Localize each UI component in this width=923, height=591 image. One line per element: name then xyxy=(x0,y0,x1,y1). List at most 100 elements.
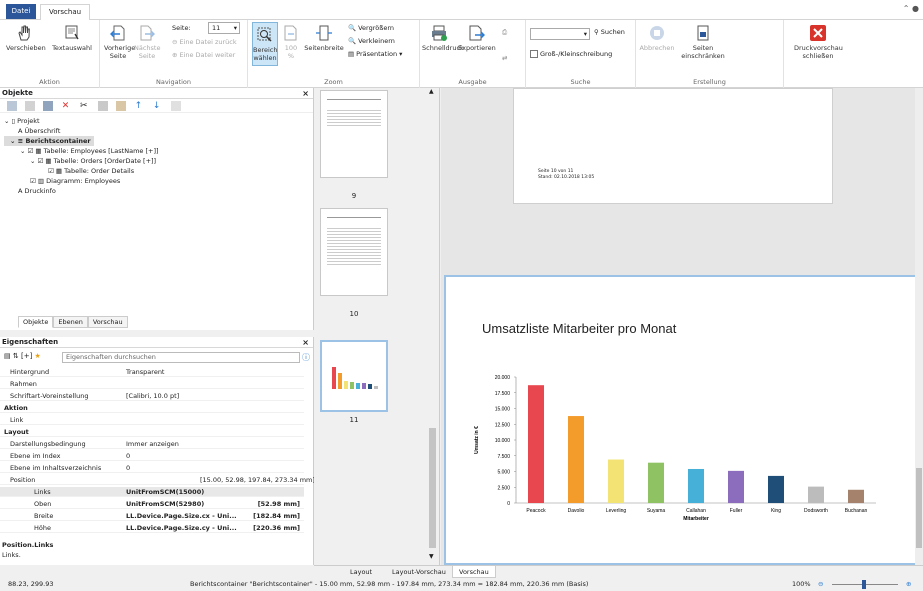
close-icon[interactable]: × xyxy=(302,337,309,348)
thumbnail-page-10[interactable] xyxy=(320,208,388,296)
zoom-slider-thumb[interactable] xyxy=(862,580,866,589)
expand-icon[interactable]: [+] xyxy=(21,352,32,360)
sort-az-icon[interactable]: ⇅ xyxy=(13,352,19,360)
property-row[interactable]: Oben UnitFromSCM(52980) [52.98 mm] xyxy=(0,499,304,509)
naechste-seite-button[interactable]: Nächste Seite xyxy=(134,24,160,60)
search-combo[interactable]: ▾ xyxy=(530,28,590,40)
tab-layout-vorschau[interactable]: Layout-Vorschau xyxy=(386,566,452,578)
praesentation-button[interactable]: ▤ Präsentation ▾ xyxy=(348,50,402,58)
spin-icon[interactable]: ▾ xyxy=(234,24,239,32)
categorized-icon[interactable]: ▤ xyxy=(4,352,11,360)
scroll-up-icon[interactable]: ▲ xyxy=(429,88,434,95)
arrow-down-icon[interactable]: ↓ xyxy=(153,101,163,111)
tab-ebenen[interactable]: Ebenen xyxy=(53,316,88,328)
property-row[interactable]: Breite LL.Device.Page.Size.cx - Uni... [18… xyxy=(0,511,304,521)
vorherige-seite-button[interactable]: Vorherige Seite xyxy=(104,24,135,60)
property-row[interactable]: Schriftart-Voreinstellung [Calibri, 10.0 … xyxy=(0,391,304,401)
bar-davolio xyxy=(568,416,584,503)
tree-item-projekt[interactable]: ⌄ ▯ Projekt xyxy=(4,116,159,126)
thumbnail-number: 10 xyxy=(349,310,359,318)
magnifier-icon xyxy=(257,27,272,42)
datei-zurueck-button[interactable]: ⊖ Eine Datei zurück xyxy=(172,38,237,46)
arrow-up-icon[interactable]: ↑ xyxy=(135,101,145,111)
bar-dodsworth xyxy=(808,486,824,503)
tree-item-berichtscontainer[interactable]: ⌄ ≡ Berichtscontainer xyxy=(4,136,94,146)
hand-icon xyxy=(18,25,30,41)
abbrechen-button[interactable]: Abbrechen xyxy=(638,24,676,52)
properties-header: Eigenschaften × xyxy=(0,337,313,348)
verschieben-button[interactable]: Verschieben xyxy=(6,24,46,52)
favorite-icon[interactable]: ★ xyxy=(35,352,41,360)
delete-icon[interactable]: ✕ xyxy=(62,101,72,111)
tab-layout[interactable]: Layout xyxy=(344,566,378,578)
tab-preview[interactable]: Vorschau xyxy=(40,4,91,20)
druckvorschau-schliessen-button[interactable]: Druckvorschau schließen xyxy=(794,24,843,60)
copy-icon[interactable] xyxy=(98,101,109,111)
praesentation-label: Präsentation xyxy=(356,50,398,58)
schnelldruck-button[interactable]: Schnelldruck xyxy=(422,24,464,52)
y-tick-label: 2.500 xyxy=(497,485,510,491)
thumbnail-page-9[interactable] xyxy=(320,90,388,178)
seiten-einschraenken-button[interactable]: Seiten einschränken xyxy=(678,24,728,60)
scroll-thumb[interactable] xyxy=(916,468,922,548)
sales-bar-chart: 0 2.500 5.000 7.500 10.000 12.500 15.000 17.500… xyxy=(474,375,876,522)
scroll-thumb[interactable] xyxy=(429,428,436,548)
datei-weiter-button[interactable]: ⊕ Eine Datei weiter xyxy=(172,51,235,59)
preview-scrollbar[interactable] xyxy=(915,88,923,565)
seitenbreite-button[interactable]: Seitenbreite xyxy=(304,24,344,52)
tab-file[interactable]: Datei xyxy=(6,4,36,19)
zoom-in-icon[interactable]: ⊕ xyxy=(906,578,911,591)
tree-item-druckinfo[interactable]: A Druckinfo xyxy=(4,186,159,196)
properties-icon[interactable] xyxy=(43,101,54,111)
property-row[interactable]: Links UnitFromSCM(15000) xyxy=(0,487,304,497)
property-row[interactable]: Position [15.00, 52.98, 197.84, 273.34 mm… xyxy=(0,475,315,485)
table-icon[interactable] xyxy=(25,101,36,111)
property-row[interactable]: Rahmen xyxy=(0,379,304,389)
property-row[interactable]: Hintergrund Transparent xyxy=(0,367,304,377)
print-small-icon[interactable]: ⎙ xyxy=(502,28,507,37)
property-row[interactable]: Layout xyxy=(0,427,304,437)
vergroessern-button[interactable]: 🔍 Vergrößern xyxy=(348,24,394,32)
status-bar: 88.23, 299.93 Berichtscontainer "Bericht… xyxy=(0,578,923,591)
send-icon[interactable]: ⇄ xyxy=(502,54,507,62)
gross-klein-label: Groß-/Kleinschreibung xyxy=(540,50,613,58)
bereich-waehlen-button[interactable]: Bereich wählen xyxy=(252,22,278,66)
property-row[interactable]: Ebene im Index 0 xyxy=(0,451,304,461)
scroll-down-icon[interactable]: ▼ xyxy=(429,553,434,560)
tree-label: Druckinfo xyxy=(24,187,56,195)
stop-icon xyxy=(650,26,664,40)
zoom-100-button[interactable]: 100 % xyxy=(282,24,300,60)
close-icon[interactable]: × xyxy=(302,88,309,99)
zoom-out-icon[interactable]: ⊖ xyxy=(818,578,823,591)
cut-icon[interactable]: ✂ xyxy=(80,101,90,111)
tree-item-diagramm[interactable]: ☑ ▥ Diagramm: Employees xyxy=(4,176,159,186)
suchen-button[interactable]: ⚲ Suchen xyxy=(594,28,625,36)
tree-item-orders[interactable]: ⌄ ☑ ▦ Tabelle: Orders [OrderDate [+]] xyxy=(4,156,159,166)
verkleinern-button[interactable]: 🔍 Verkleinern xyxy=(348,37,395,45)
textauswahl-button[interactable]: Textauswahl xyxy=(50,24,94,52)
collapse-ribbon-icon[interactable]: ⌃ ● xyxy=(903,4,919,13)
tree-item-ueberschrift[interactable]: A Überschrift xyxy=(4,126,159,136)
grid-icon[interactable] xyxy=(7,101,17,111)
property-key: Darstellungsbedingung xyxy=(10,440,86,448)
layout-icon[interactable] xyxy=(171,101,182,111)
property-row[interactable]: Höhe LL.Device.Page.Size.cy - Uni... [220.… xyxy=(0,523,304,533)
info-icon[interactable]: ⓘ xyxy=(302,352,310,363)
property-row[interactable]: Link xyxy=(0,415,304,425)
tab-objekte[interactable]: Objekte xyxy=(18,316,54,328)
paste-icon[interactable] xyxy=(116,101,127,111)
property-row[interactable]: Darstellungsbedingung Immer anzeigen xyxy=(0,439,304,449)
tree-item-employees[interactable]: ⌄ ☑ ▦ Tabelle: Employees [LastName [+]] xyxy=(4,146,159,156)
thumbnail-page-11[interactable] xyxy=(320,340,388,412)
properties-search-input[interactable]: Eigenschaften durchsuchen xyxy=(62,352,300,363)
tab-vorschau-bottom[interactable]: Vorschau xyxy=(452,566,496,578)
property-row[interactable]: Ebene im Inhaltsverzeichnis 0 xyxy=(0,463,304,473)
thumbnail-scrollbar[interactable]: ▲ ▼ xyxy=(428,88,437,560)
property-row[interactable]: Aktion xyxy=(0,403,304,413)
exportieren-button[interactable]: Exportieren xyxy=(458,24,496,52)
thumbnail-pane: 9 10 11 ▲ ▼ xyxy=(314,88,440,565)
tree-item-order-details[interactable]: ☑ ▦ Tabelle: Order Details xyxy=(4,166,159,176)
gross-klein-checkbox[interactable]: Groß-/Kleinschreibung xyxy=(530,50,612,58)
page-number-input[interactable]: 11 ▾ xyxy=(208,22,240,34)
tab-vorschau[interactable]: Vorschau xyxy=(87,316,128,328)
